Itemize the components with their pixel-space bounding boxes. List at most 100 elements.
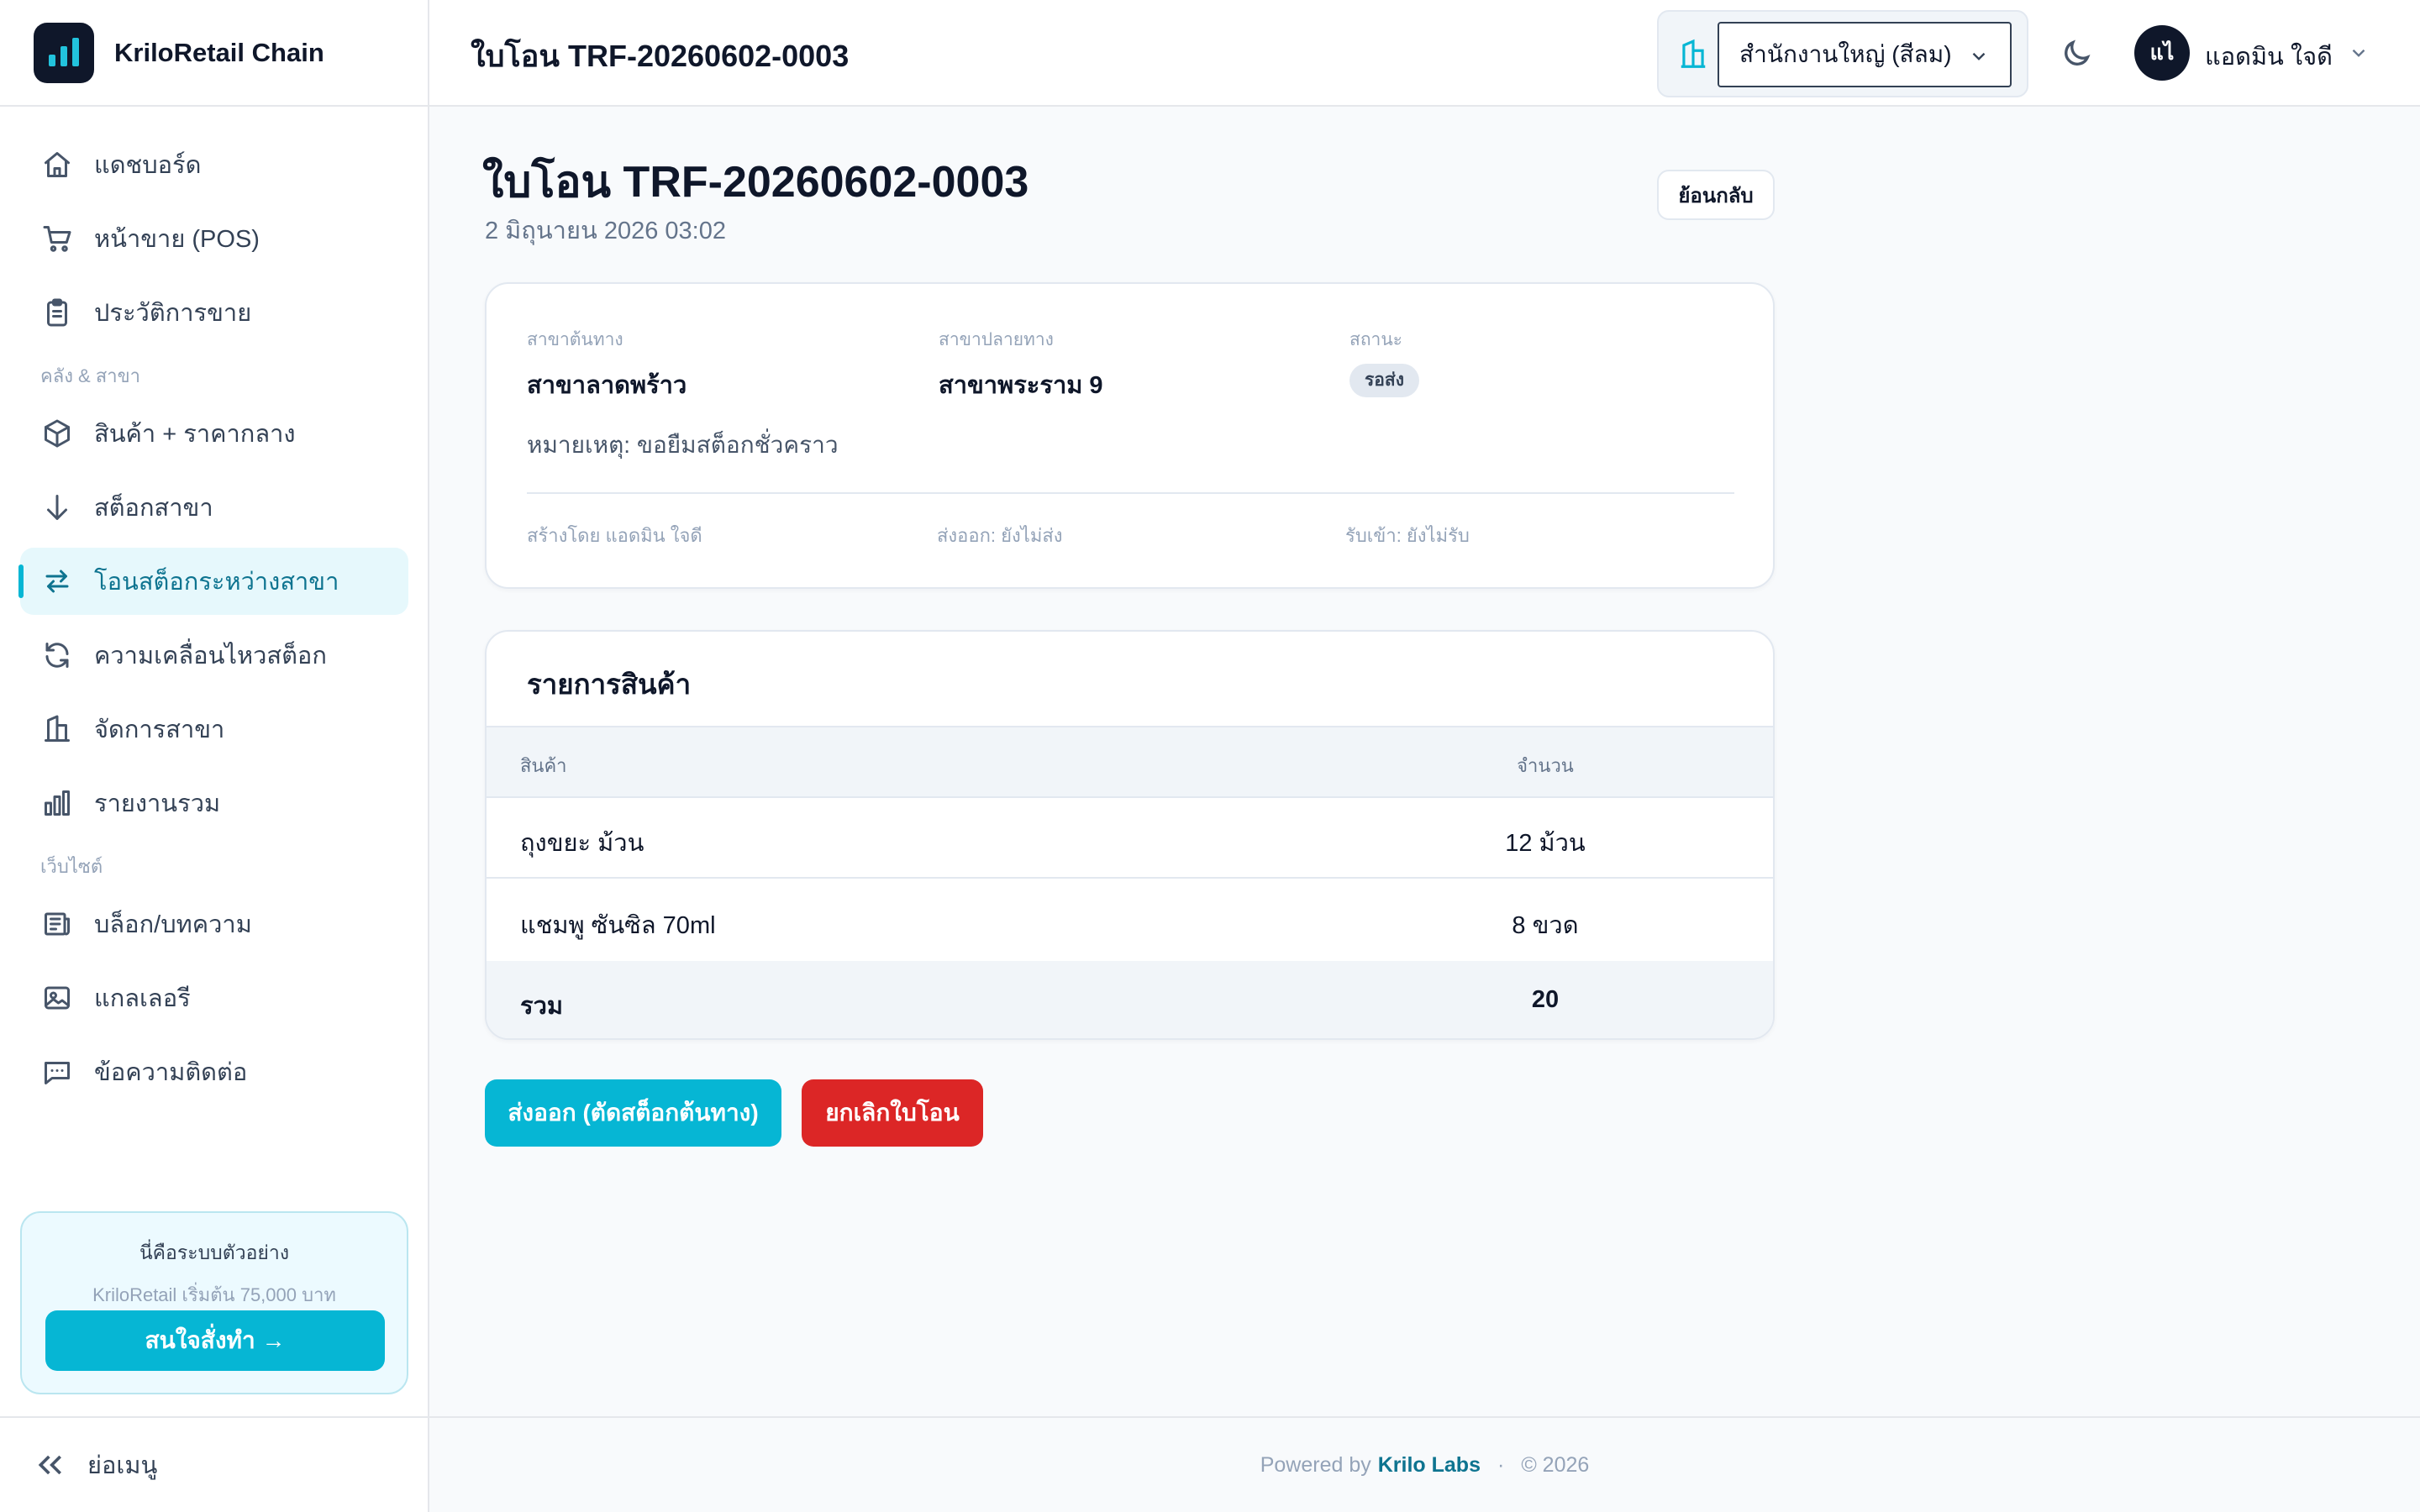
sidebar-item-label: แกลเลอรี (94, 985, 191, 1012)
building-icon (1677, 39, 1709, 71)
divider (527, 492, 1734, 494)
header-title: ใบโอน TRF-20260602-0003 (471, 39, 850, 73)
cart-icon (40, 222, 74, 255)
from-branch-label: สาขาต้นทาง (527, 330, 623, 349)
sidebar-item-label: ประวัติการขาย (94, 300, 252, 327)
refresh-icon (40, 638, 74, 672)
table-row: ถุงขยะ ม้วน 12 ม้วน (487, 798, 1773, 879)
home-icon (40, 148, 74, 181)
box-icon (40, 417, 74, 450)
cancel-transfer-button[interactable]: ยกเลิกใบโอน (802, 1079, 983, 1147)
product-name: ถุงขยะ ม้วน (520, 830, 644, 857)
sidebar-item-products[interactable]: สินค้า + ราคากลาง (20, 400, 408, 467)
sidebar-item-label: สินค้า + ราคากลาง (94, 421, 296, 448)
product-qty: 8 ขวด (1512, 912, 1579, 939)
footer-brand-link[interactable]: Krilo Labs (1378, 1453, 1481, 1478)
arrow-down-icon (40, 491, 74, 524)
moon-icon[interactable] (2060, 37, 2093, 71)
bar-chart-icon (40, 786, 74, 820)
page-title: ใบโอน TRF-20260602-0003 (482, 158, 1029, 207)
transfer-note: หมายเหตุ: ขอยืมสต็อกชั่วคราว (527, 432, 839, 458)
collapse-menu-button[interactable]: ย่อเมนู (0, 1416, 428, 1512)
building-icon (40, 712, 74, 746)
transfer-icon (40, 564, 74, 598)
demo-promo-box: นี่คือระบบตัวอย่าง KriloRetail เริ่มต้น … (20, 1211, 408, 1394)
product-qty: 12 ม้วน (1505, 830, 1586, 857)
sidebar-item-label: สต็อกสาขา (94, 495, 213, 522)
items-table-header: สินค้า จำนวน (487, 726, 1773, 798)
branch-select[interactable]: สำนักงานใหญ่ (สีลม) (1718, 22, 2012, 87)
app-root: KriloRetail Chain แดชบอร์ด หน้าขาย (POS)… (0, 0, 2420, 1512)
to-branch-label: สาขาปลายทาง (939, 330, 1054, 349)
ship-transfer-button[interactable]: ส่งออก (ตัดสต็อกต้นทาง) (485, 1079, 781, 1147)
footer: Powered by Krilo Labs · © 2026 (429, 1416, 2420, 1512)
product-name: แชมพู ซันซิล 70ml (520, 912, 716, 939)
logo-bar-chart-icon (34, 22, 94, 83)
total-value: 20 (1531, 986, 1560, 1013)
branch-select-value: สำนักงานใหญ่ (สีลม) (1739, 41, 1952, 67)
sidebar-item-reports[interactable]: รายงานรวม (20, 769, 408, 837)
status-badge: รอส่ง (1349, 364, 1419, 397)
sidebar-item-label: แดชบอร์ด (94, 152, 202, 179)
footer-copyright: © 2026 (1521, 1452, 1590, 1477)
clipboard-icon (40, 296, 74, 329)
sidebar-item-label: รายงานรวม (94, 790, 221, 817)
sidebar-item-label: ความเคลื่อนไหวสต็อก (94, 643, 327, 669)
sidebar: KriloRetail Chain แดชบอร์ด หน้าขาย (POS)… (0, 0, 429, 1512)
sidebar-item-label: บล็อก/บทความ (94, 911, 252, 938)
sidebar-item-dashboard[interactable]: แดชบอร์ด (20, 131, 408, 198)
from-branch: สาขาต้นทาง สาขาลาดพร้าว (527, 326, 687, 404)
sidebar-item-branch-stock[interactable]: สต็อกสาขา (20, 474, 408, 541)
sidebar-item-label: โอนสต็อกระหว่างสาขา (94, 569, 339, 596)
sidebar-section-website: เว็บไซต์ (40, 856, 103, 877)
status-label: สถานะ (1349, 330, 1402, 349)
sidebar-item-label: จัดการสาขา (94, 717, 225, 743)
total-label: รวม (520, 993, 563, 1020)
collapse-menu-label: ย่อเมนู (87, 1452, 158, 1479)
sidebar-nav: แดชบอร์ด หน้าขาย (POS) ประวัติการขาย คลั… (18, 131, 408, 1112)
message-icon (40, 1055, 74, 1089)
image-icon (40, 981, 74, 1015)
received-status: รับเข้า: ยังไม่รับ (1345, 525, 1470, 546)
status: สถานะ รอส่ง (1349, 326, 1419, 397)
brand-name: KriloRetail Chain (114, 37, 324, 67)
column-header-qty: จำนวน (1517, 755, 1574, 776)
promo-title: นี่คือระบบตัวอย่าง (139, 1242, 290, 1263)
sidebar-item-stock-transfer[interactable]: โอนสต็อกระหว่างสาขา (18, 548, 408, 615)
sidebar-item-sales-history[interactable]: ประวัติการขาย (20, 279, 408, 346)
column-header-product: สินค้า (520, 755, 567, 776)
order-interest-button[interactable]: สนใจสั่งทำ → (45, 1310, 385, 1371)
shipped-status: ส่งออก: ยังไม่ส่ง (937, 525, 1063, 546)
sidebar-item-label: หน้าขาย (POS) (94, 226, 260, 253)
table-total-row: รวม 20 (487, 961, 1773, 1038)
back-button[interactable]: ย้อนกลับ (1657, 170, 1775, 220)
to-branch: สาขาปลายทาง สาขาพระราม 9 (939, 326, 1103, 404)
created-by: สร้างโดย แอดมิน ใจดี (527, 525, 702, 546)
sidebar-section-inventory: คลัง & สาขา (40, 365, 141, 386)
newspaper-icon (40, 907, 74, 941)
promo-price: KriloRetail เริ่มต้น 75,000 บาท (92, 1284, 336, 1305)
chevron-down-icon (1972, 52, 1986, 60)
sidebar-item-blog[interactable]: บล็อก/บทความ (20, 890, 408, 958)
table-row: แชมพู ซันซิล 70ml 8 ขวด (487, 880, 1773, 961)
sidebar-item-stock-movement[interactable]: ความเคลื่อนไหวสต็อก (20, 622, 408, 689)
sidebar-item-branches[interactable]: จัดการสาขา (20, 696, 408, 763)
sidebar-item-label: ข้อความติดต่อ (94, 1059, 248, 1086)
top-header: ใบโอน TRF-20260602-0003 สำนักงานใหญ่ (สี… (429, 0, 2420, 107)
sidebar-item-contact-messages[interactable]: ข้อความติดต่อ (20, 1038, 408, 1105)
transfer-date: 2 มิถุนายน 2026 03:02 (485, 218, 726, 244)
sidebar-item-pos[interactable]: หน้าขาย (POS) (20, 205, 408, 272)
user-name[interactable]: แอดมิน ใจดี (2205, 37, 2333, 76)
chevron-down-icon[interactable] (2348, 42, 2370, 64)
footer-powered-by: Powered by (1260, 1452, 1371, 1477)
branch-switcher: สำนักงานใหญ่ (สีลม) (1657, 10, 2028, 97)
from-branch-value: สาขาลาดพร้าว (527, 372, 687, 399)
brand[interactable]: KriloRetail Chain (0, 0, 428, 107)
items-title: รายการสินค้า (527, 669, 692, 700)
double-chevron-left-icon (38, 1455, 61, 1475)
transfer-info-card: สาขาต้นทาง สาขาลาดพร้าว สาขาปลายทาง สาขา… (485, 282, 1775, 589)
sidebar-item-gallery[interactable]: แกลเลอรี (20, 964, 408, 1032)
footer-separator: · (1497, 1452, 1505, 1477)
avatar[interactable]: แไ (2134, 25, 2190, 81)
items-card: รายการสินค้า สินค้า จำนวน ถุงขยะ ม้วน 12… (485, 630, 1775, 1040)
